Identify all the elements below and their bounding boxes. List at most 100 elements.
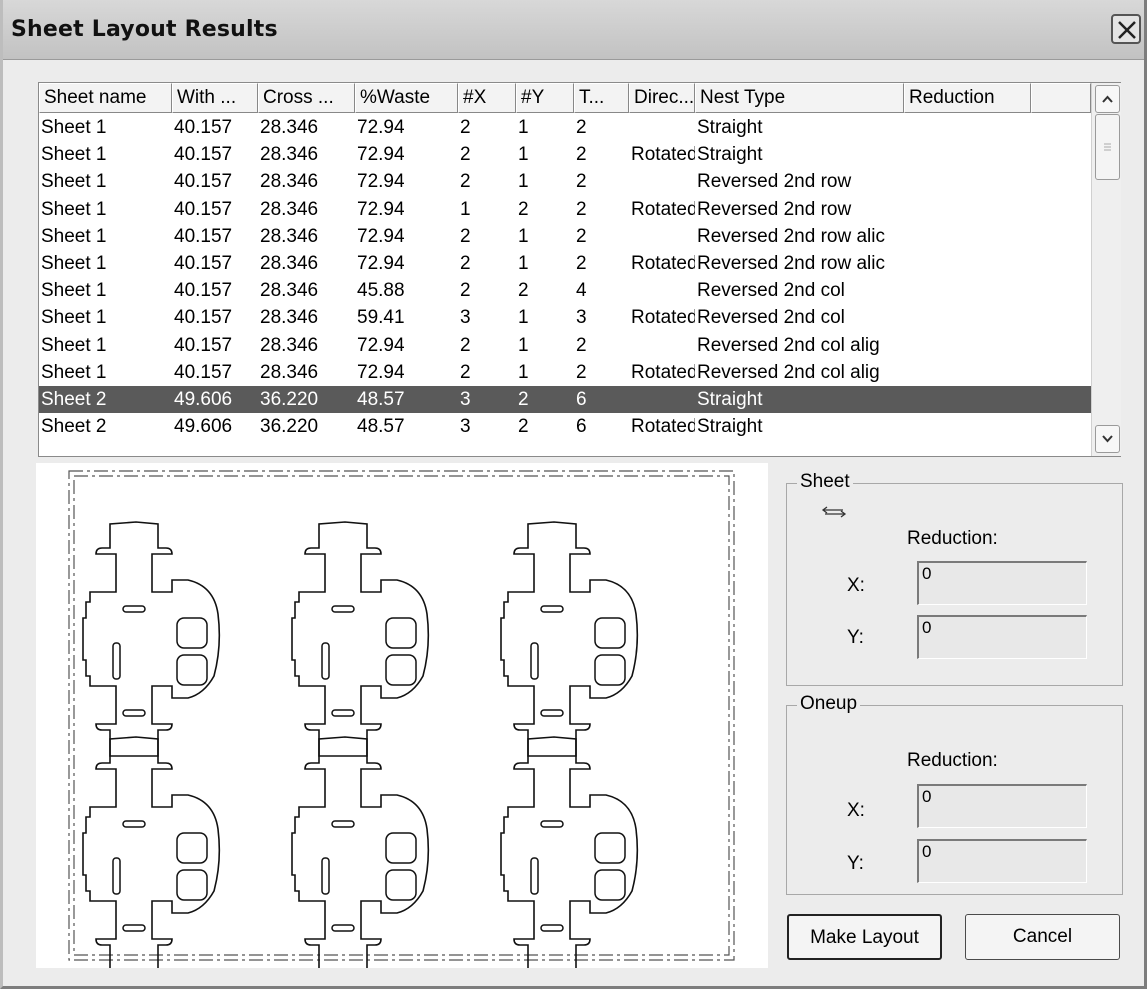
sheet-outline	[68, 470, 735, 961]
cell-waste: 72.94	[357, 117, 405, 138]
table-row[interactable]: Sheet 1 40.157 28.346 72.94 2 1 2 Rotated Straig…	[39, 141, 1091, 168]
cell-cross: 28.346	[260, 198, 319, 220]
column-header-nest-type[interactable]: Nest Type	[695, 83, 904, 113]
cell-sheet-name: Sheet 1	[41, 225, 107, 247]
oneup-y-reduction-field[interactable]: 0	[917, 839, 1087, 883]
column-header-count-x[interactable]: #X	[458, 83, 516, 113]
sheet-margin-outline	[73, 475, 730, 956]
cell-cross: 36.220	[260, 416, 319, 438]
cell-cross: 28.346	[260, 144, 319, 166]
cell-nest-type: Straight	[697, 144, 763, 166]
sheet-y-label: Y:	[847, 627, 864, 648]
sheet-x-reduction-field[interactable]: 0	[917, 561, 1087, 605]
table-row[interactable]: Sheet 2 49.606 36.220 48.57 3 2 6 Rotated Straig…	[39, 413, 1091, 440]
cell-nest-type: Reversed 2nd col	[697, 307, 845, 329]
column-header-reduction[interactable]: Reduction	[904, 83, 1031, 113]
cell-count-y: 1	[518, 117, 529, 138]
title-bar[interactable]: Sheet Layout Results	[3, 0, 1144, 60]
table-row[interactable]: Sheet 1 40.157 28.346 72.94 2 1 2 Reversed 2nd …	[39, 168, 1091, 195]
cell-cross: 28.346	[260, 307, 319, 329]
oneup-x-reduction-field[interactable]: 0	[917, 784, 1087, 828]
close-button[interactable]	[1111, 14, 1141, 44]
cell-waste: 72.94	[357, 225, 405, 247]
cell-direction	[629, 332, 695, 359]
cell-total: 4	[576, 280, 587, 302]
cell-width: 40.157	[174, 252, 233, 274]
cell-count-x: 3	[460, 307, 471, 329]
cell-reduction	[904, 277, 1031, 304]
cell-sheet-name: Sheet 1	[41, 198, 107, 220]
vertical-scrollbar[interactable]	[1091, 83, 1121, 456]
scroll-up-button[interactable]	[1095, 85, 1120, 113]
cell-total: 6	[576, 388, 587, 410]
column-header-sheet-name[interactable]: Sheet name	[39, 83, 172, 113]
oneup-x-label: X:	[847, 800, 865, 821]
cell-sheet-name: Sheet 2	[41, 416, 107, 438]
table-row[interactable]: Sheet 1 40.157 28.346 72.94 2 1 2 Rotated Revers…	[39, 250, 1091, 277]
oneup-shape	[500, 521, 639, 757]
cell-count-y: 2	[518, 388, 529, 410]
cell-width: 40.157	[174, 171, 233, 193]
cell-nest-type: Reversed 2nd row alic	[697, 252, 885, 274]
column-header-cross[interactable]: Cross ...	[258, 83, 355, 113]
table-row[interactable]: Sheet 1 40.157 28.346 72.94 1 2 2 Rotated Revers…	[39, 196, 1091, 223]
cell-reduction	[904, 304, 1031, 331]
scroll-down-button[interactable]	[1095, 425, 1120, 453]
cell-cross: 36.220	[260, 388, 319, 410]
column-header-direction[interactable]: Direc...	[629, 83, 695, 113]
grip-icon	[1104, 143, 1111, 151]
make-layout-button[interactable]: Make Layout	[787, 914, 942, 960]
cell-waste: 72.94	[357, 171, 405, 193]
cell-total: 2	[576, 334, 587, 356]
cell-sheet-name: Sheet 1	[41, 144, 107, 166]
sheet-layout-results-dialog: Sheet Layout Results Sheet name With ... C…	[0, 0, 1147, 989]
window-title: Sheet Layout Results	[11, 17, 278, 42]
cell-count-x: 3	[460, 416, 471, 438]
cell-sheet-name: Sheet 1	[41, 334, 107, 356]
cell-waste: 72.94	[357, 144, 405, 166]
cell-sheet-name: Sheet 1	[41, 307, 107, 329]
column-header-total[interactable]: T...	[574, 83, 629, 113]
table-row[interactable]: Sheet 1 40.157 28.346 72.94 2 1 2 Rotated Revers…	[39, 359, 1091, 386]
cell-count-x: 1	[460, 198, 471, 220]
table-row[interactable]: Sheet 1 40.157 28.346 72.94 2 1 2 Straight	[39, 114, 1091, 141]
cell-reduction	[904, 359, 1031, 386]
results-list[interactable]: Sheet name With ... Cross ... %Waste #X #Y T..…	[38, 82, 1121, 457]
sheet-y-reduction-field[interactable]: 0	[917, 615, 1087, 659]
cell-nest-type: Straight	[697, 388, 763, 410]
cell-direction: Rotated	[631, 198, 695, 220]
cell-cross: 28.346	[260, 280, 319, 302]
cell-count-x: 2	[460, 144, 471, 166]
column-header-waste[interactable]: %Waste	[355, 83, 458, 113]
cell-total: 2	[576, 225, 587, 247]
cell-cross: 28.346	[260, 334, 319, 356]
table-row[interactable]: Sheet 2 49.606 36.220 48.57 3 2 6 Straight	[39, 385, 1091, 414]
cell-direction: Rotated	[631, 307, 695, 329]
cell-direction	[629, 386, 695, 413]
cell-waste: 72.94	[357, 252, 405, 274]
cancel-button[interactable]: Cancel	[965, 914, 1120, 960]
column-header-width[interactable]: With ...	[172, 83, 258, 113]
table-row[interactable]: Sheet 1 40.157 28.346 72.94 2 1 2 Reversed 2nd …	[39, 332, 1091, 359]
cell-count-x: 2	[460, 171, 471, 193]
cell-count-y: 1	[518, 307, 529, 329]
oneup-group-label: Oneup	[797, 693, 861, 715]
table-row[interactable]: Sheet 1 40.157 28.346 45.88 2 2 4 Reversed 2nd …	[39, 277, 1091, 304]
cell-width: 40.157	[174, 280, 233, 302]
cell-nest-type: Straight	[697, 416, 763, 438]
column-header-count-y[interactable]: #Y	[516, 83, 574, 113]
swap-arrows-icon[interactable]	[821, 506, 849, 518]
chevron-up-icon	[1102, 95, 1113, 103]
nest-layout-drawing	[68, 470, 735, 972]
cell-reduction	[904, 196, 1031, 223]
cell-count-y: 1	[518, 225, 529, 247]
table-row[interactable]: Sheet 1 40.157 28.346 59.41 3 1 3 Rotated Revers…	[39, 304, 1091, 331]
cell-direction: Rotated	[631, 252, 695, 274]
cell-total: 2	[576, 171, 587, 193]
table-row[interactable]: Sheet 1 40.157 28.346 72.94 2 1 2 Reversed 2nd …	[39, 223, 1091, 250]
cell-waste: 45.88	[357, 280, 405, 302]
scroll-thumb[interactable]	[1095, 114, 1120, 180]
cell-sheet-name: Sheet 1	[41, 280, 107, 302]
cell-waste: 72.94	[357, 334, 405, 356]
cell-reduction	[904, 223, 1031, 250]
